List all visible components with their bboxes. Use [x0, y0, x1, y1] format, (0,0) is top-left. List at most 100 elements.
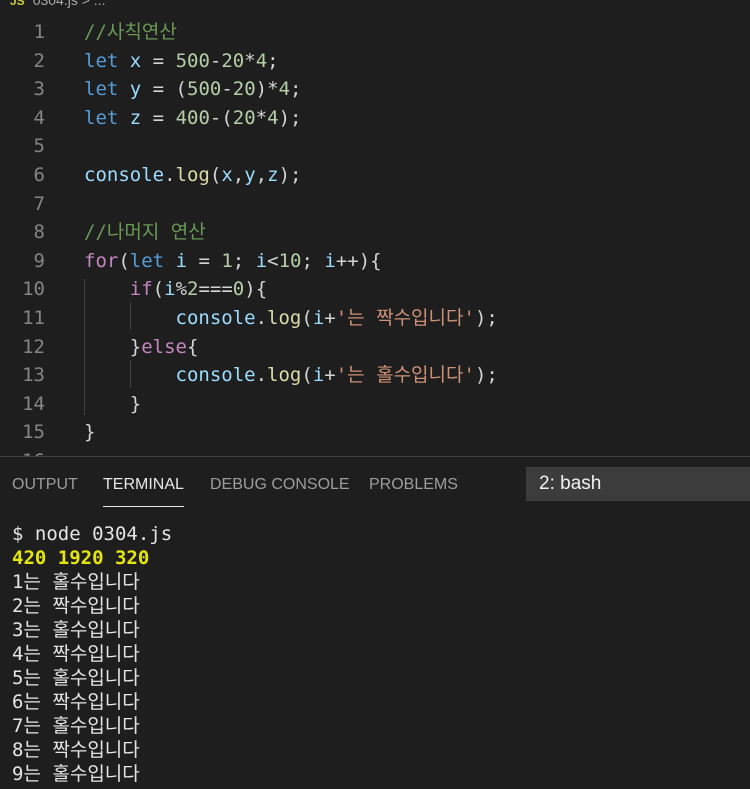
terminal-line: 8는 짝수입니다	[12, 739, 140, 761]
code-text: console.log(x,y,z);	[84, 161, 301, 190]
code-token: (	[118, 249, 130, 272]
code-text: for(let i = 1; i<10; i++){	[84, 247, 382, 276]
code-token: log	[175, 164, 210, 186]
code-token: i	[324, 249, 336, 272]
code-line[interactable]: 2 let x = 500-20*4;	[0, 47, 750, 76]
line-number: 1	[33, 21, 45, 43]
terminal-line: $ node 0304.js	[12, 523, 173, 545]
indent-guide	[84, 279, 85, 415]
terminal-selector[interactable]: 2: bash	[526, 467, 750, 501]
code-token: 20	[232, 106, 256, 129]
code-token: let	[84, 49, 119, 72]
code-token: 500	[187, 78, 222, 101]
breadcrumb-path[interactable]: 0304.js > ...	[33, 0, 106, 8]
line-number: 6	[33, 164, 45, 186]
code-token: 4	[255, 49, 268, 72]
code-token: );	[474, 364, 498, 387]
code-token: <	[267, 249, 279, 272]
code-token: z	[129, 106, 142, 129]
code-line[interactable]: 3 let y = (500-20)*4;	[0, 75, 750, 104]
code-token: ;	[232, 249, 256, 272]
code-line[interactable]: 1 //사칙연산	[0, 18, 750, 47]
code-text: let y = (500-20)*4;	[84, 75, 301, 104]
code-text: }	[84, 390, 141, 419]
code-line[interactable]: 16	[0, 447, 750, 456]
indent-guide	[130, 302, 131, 330]
code-token: console	[175, 307, 256, 329]
code-line[interactable]: 15}	[0, 418, 750, 447]
code-line[interactable]: 7	[0, 190, 750, 219]
terminal-line: 5는 홀수입니다	[12, 667, 140, 689]
line-number: 12	[22, 335, 45, 358]
code-token: 400	[175, 106, 210, 129]
code-token: 500	[175, 49, 210, 72]
tab-output[interactable]: OUTPUT	[12, 457, 78, 505]
code-token: let	[129, 249, 165, 272]
code-line[interactable]: 10 if(i%2===0){	[0, 275, 750, 304]
terminal-line: 7는 홀수입니다	[12, 715, 140, 737]
code-token: y	[244, 164, 256, 186]
code-token: i	[312, 364, 325, 387]
code-token: let	[84, 78, 119, 101]
code-token: '는 홀수입니다'	[335, 364, 475, 387]
code-token: 10	[278, 249, 302, 272]
code-line[interactable]: 12 }else{	[0, 333, 750, 362]
code-text: let z = 400-(20*4);	[84, 104, 301, 133]
code-editor[interactable]: JS 0304.js > ... 1//사칙연산 2 let x = 500-20*4…	[0, 0, 750, 456]
code-token: +	[324, 307, 336, 329]
code-token: x	[129, 49, 142, 72]
code-line[interactable]: 9 for(let i = 1; i<10; i++){	[0, 247, 750, 276]
code-line[interactable]: 14 }	[0, 390, 750, 419]
code-line[interactable]: 13 console.log(i+'는 홀수입니다');	[0, 361, 750, 390]
code-text: let x = 500-20*4;	[84, 47, 279, 76]
line-number: 4	[33, 106, 45, 129]
code-line[interactable]: 4 let z = 400-(20*4);	[0, 104, 750, 133]
line-number: 3	[33, 78, 45, 101]
code-text: }	[84, 418, 95, 447]
terminal-line: 9는 홀수입니다	[12, 763, 140, 785]
tab-debug-console[interactable]: DEBUG CONSOLE	[210, 457, 350, 505]
tab-problems[interactable]: PROBLEMS	[369, 457, 458, 505]
code-token: {	[186, 335, 199, 358]
terminal-line: 3는 홀수입니다	[12, 619, 140, 641]
code-token: ===	[198, 278, 233, 301]
code-token: i	[175, 249, 188, 272]
code-token: *	[244, 49, 256, 72]
code-token: 4	[267, 106, 279, 129]
code-line[interactable]: 11 console.log(i+'는 짝수입니다');	[0, 304, 750, 333]
code-token: =	[187, 249, 222, 272]
code-token: if	[129, 278, 153, 301]
terminal-line: 2는 짝수입니다	[12, 595, 140, 617]
tab-terminal[interactable]: TERMINAL	[103, 457, 184, 507]
code-token: 0	[232, 278, 245, 301]
code-token: '는 짝수입니다'	[335, 307, 475, 329]
line-number: 14	[22, 392, 45, 415]
code-token: = (	[141, 78, 187, 101]
code-token: log	[267, 307, 302, 329]
code-line[interactable]: 8 //나머지 연산	[0, 218, 750, 247]
code-token: -	[209, 49, 222, 72]
code-token: else	[141, 335, 187, 358]
line-number: 13	[22, 364, 45, 387]
line-number: 8	[33, 221, 45, 244]
code-token: }	[84, 392, 142, 415]
panel-tabs: OUTPUT TERMINAL DEBUG CONSOLE PROBLEMS	[0, 457, 520, 507]
code-text: console.log(i+'는 홀수입니다');	[84, 361, 498, 390]
line-number: 11	[22, 307, 45, 329]
code-token: +	[324, 364, 336, 387]
code-token: .	[255, 307, 268, 329]
indent-guide	[130, 360, 131, 388]
code-token: ;	[267, 49, 279, 72]
code-token: );	[278, 164, 302, 186]
code-token: }	[84, 335, 142, 358]
code-line[interactable]: 5	[0, 132, 750, 161]
breadcrumb[interactable]: JS 0304.js > ...	[0, 0, 105, 9]
line-number: 7	[33, 192, 45, 215]
code-token: -	[221, 78, 233, 101]
code-line[interactable]: 6 console.log(x,y,z);	[0, 161, 750, 190]
